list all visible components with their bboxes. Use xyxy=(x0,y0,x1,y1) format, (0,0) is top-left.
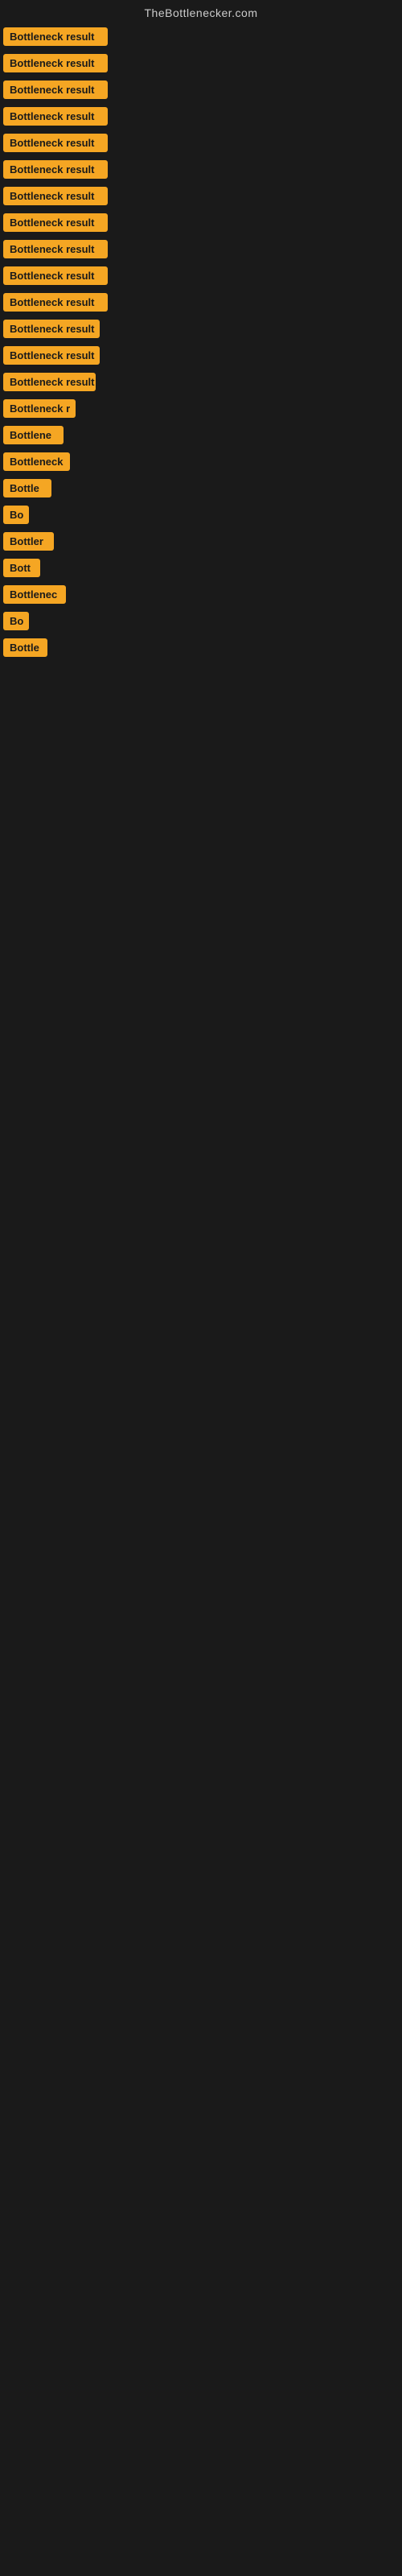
list-item: Bottle xyxy=(0,477,402,499)
bottleneck-badge[interactable]: Bottleneck r xyxy=(3,399,76,418)
bottleneck-badge[interactable]: Bottleneck result xyxy=(3,346,100,365)
list-item: Bottleneck result xyxy=(0,318,402,340)
list-item: Bottleneck result xyxy=(0,132,402,154)
bottleneck-badge[interactable]: Bottleneck result xyxy=(3,107,108,126)
bottleneck-badge[interactable]: Bottleneck result xyxy=(3,27,108,46)
list-item: Bottleneck result xyxy=(0,52,402,74)
list-item: Bottleneck result xyxy=(0,105,402,127)
bottleneck-badge[interactable]: Bottleneck result xyxy=(3,54,108,72)
bottleneck-items-container: Bottleneck result Bottleneck result Bottle… xyxy=(0,23,402,667)
bottleneck-badge[interactable]: Bottleneck result xyxy=(3,134,108,152)
list-item: Bottleneck result xyxy=(0,185,402,207)
list-item: Bottler xyxy=(0,530,402,552)
bottleneck-badge[interactable]: Bottleneck result xyxy=(3,266,108,285)
list-item: Bottleneck r xyxy=(0,398,402,419)
bottleneck-badge[interactable]: Bottlenec xyxy=(3,585,66,604)
list-item: Bottleneck result xyxy=(0,345,402,366)
bottleneck-badge[interactable]: Bottleneck result xyxy=(3,187,108,205)
list-item: Bottlenec xyxy=(0,584,402,605)
list-item: Bottleneck result xyxy=(0,79,402,101)
list-item: Bottle xyxy=(0,637,402,658)
bottleneck-badge[interactable]: Bottlene xyxy=(3,426,64,444)
bottleneck-badge[interactable]: Bottleneck result xyxy=(3,213,108,232)
list-item: Bottleneck result xyxy=(0,212,402,233)
site-header: TheBottlenecker.com xyxy=(0,0,402,23)
bottleneck-badge[interactable]: Bottler xyxy=(3,532,54,551)
list-item: Bottleneck result xyxy=(0,26,402,47)
list-item: Bottlene xyxy=(0,424,402,446)
bottleneck-badge[interactable]: Bottleneck result xyxy=(3,320,100,338)
bottleneck-badge[interactable]: Bottleneck result xyxy=(3,240,108,258)
list-item: Bottleneck result xyxy=(0,238,402,260)
bottleneck-badge[interactable]: Bo xyxy=(3,506,29,524)
bottleneck-badge[interactable]: Bottle xyxy=(3,638,47,657)
bottleneck-badge[interactable]: Bott xyxy=(3,559,40,577)
bottleneck-badge[interactable]: Bo xyxy=(3,612,29,630)
list-item: Bottleneck result xyxy=(0,291,402,313)
list-item: Bott xyxy=(0,557,402,579)
list-item: Bo xyxy=(0,610,402,632)
bottleneck-badge[interactable]: Bottle xyxy=(3,479,51,497)
bottleneck-badge[interactable]: Bottleneck result xyxy=(3,160,108,179)
bottleneck-badge[interactable]: Bottleneck result xyxy=(3,80,108,99)
list-item: Bottleneck xyxy=(0,451,402,473)
list-item: Bo xyxy=(0,504,402,526)
list-item: Bottleneck result xyxy=(0,371,402,393)
list-item: Bottleneck result xyxy=(0,159,402,180)
bottleneck-badge[interactable]: Bottleneck xyxy=(3,452,70,471)
bottleneck-badge[interactable]: Bottleneck result xyxy=(3,293,108,312)
site-title: TheBottlenecker.com xyxy=(0,0,402,23)
list-item: Bottleneck result xyxy=(0,265,402,287)
bottleneck-badge[interactable]: Bottleneck result xyxy=(3,373,96,391)
